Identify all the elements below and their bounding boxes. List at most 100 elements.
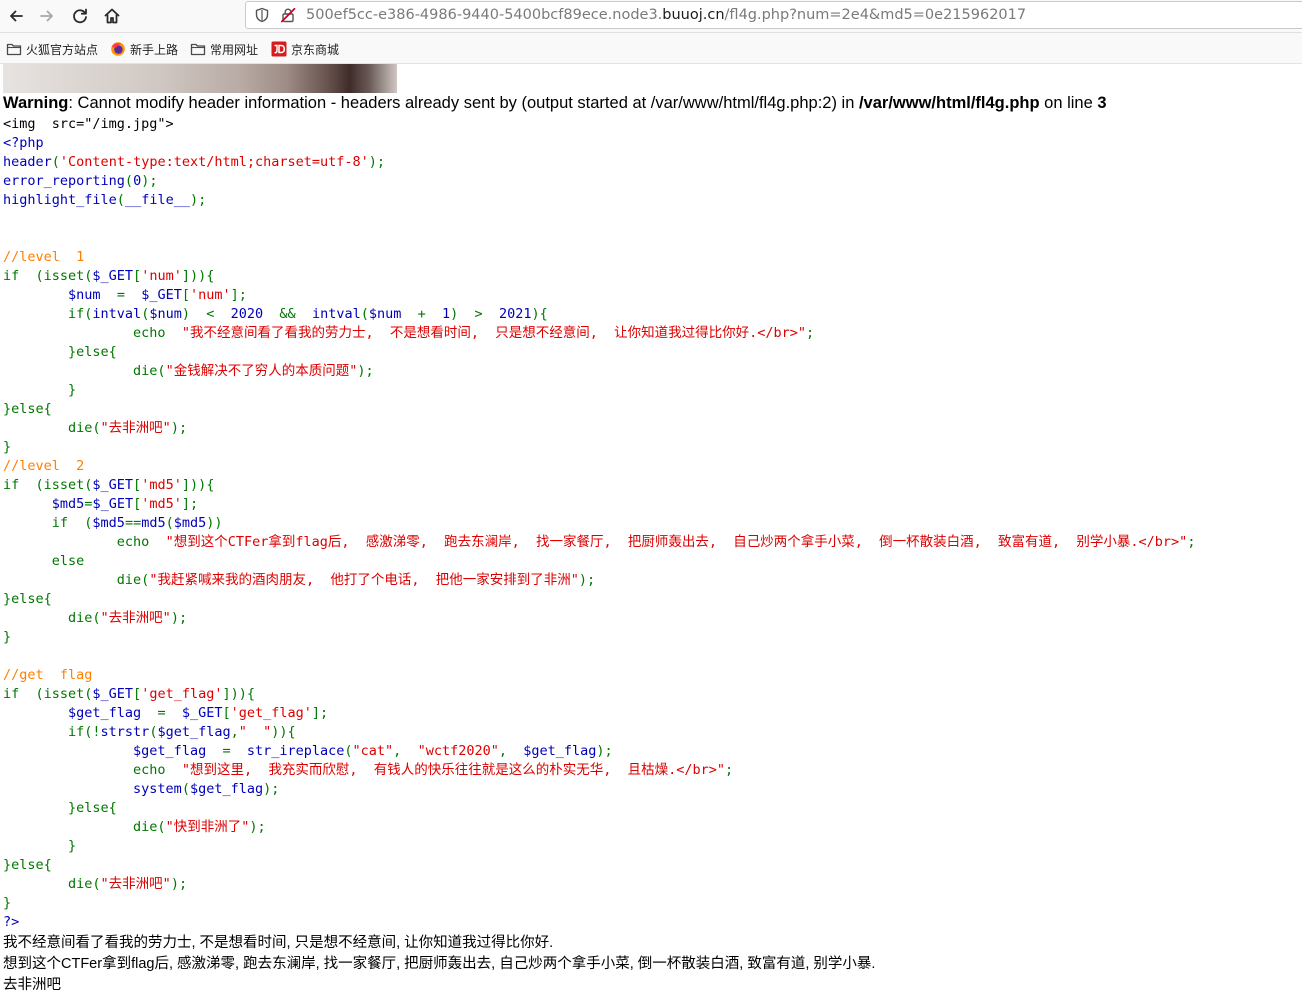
code-token: 'get_flag' [141,686,223,702]
code-line: }else{ [3,799,1195,818]
warning-line-number: 3 [1097,94,1107,112]
code-token: die( [68,876,101,892]
code-token: strstr [100,724,150,740]
code-token: 2020 [230,306,280,322]
code-token: 'get_flag' [230,705,312,721]
home-button[interactable] [99,3,125,29]
code-token: ); [249,819,266,835]
code-token: system [133,781,182,797]
code-token: ); [189,192,207,208]
code-line: echo "想到这里, 我充实而欣慰, 有钱人的快乐往往就是这么的朴实无华, 且… [3,761,1195,780]
bookmark-jd-mall[interactable]: 京东商城 [271,40,339,58]
warning-on-line: on line [1039,94,1098,112]
code-token: "我不经意间看了看我的劳力士, 不是想看时间, 只是想不经意间, 让你知道我过得… [181,325,806,341]
shield-icon[interactable] [254,7,270,23]
code-token: , [498,743,524,759]
code-token: if (isset( [3,268,93,284]
bookmark-label: 火狐官方站点 [26,42,99,57]
code-token: echo [116,534,166,550]
code-token: 'num' [189,287,231,303]
code-token: highlight_file [3,192,117,208]
code-line: $get_flag = $_GET['get_flag']; [3,704,1195,723]
code-line: system($get_flag); [3,780,1195,799]
code-line: <img src="/img.jpg"> [3,115,1195,134]
code-token: ); [368,154,386,170]
code-token: //level 2 [3,458,85,474]
code-token: ( [181,781,190,797]
code-token: "我赶紧喊来我的酒肉朋友, 他打了个电话, 把他一家安排到了非洲" [149,572,579,588]
forward-button[interactable] [34,3,60,29]
back-button[interactable] [3,3,29,29]
code-token: ( [360,306,369,322]
code-token: $num [368,306,418,322]
bookmarks-toolbar: 火狐官方站点 新手上路 常用网址 京东商城 [0,33,1302,64]
code-token: ); [170,876,188,892]
reload-icon [73,8,87,24]
code-token: str_ireplace [246,743,345,759]
code-token: if ( [51,515,93,531]
script-output: 我不经意间看了看我的劳力士, 不是想看时间, 只是想不经意间, 让你知道我过得比… [3,933,875,996]
code-token: ])){ [181,477,215,493]
code-token: ])){ [222,686,255,702]
code-line: $md5=$_GET['md5']; [3,495,1195,514]
code-token: $md5 [92,515,125,531]
address-bar[interactable]: 500ef5cc-e386-4986-9440-5400bcf89ece.nod… [245,1,1302,29]
code-token: $num [68,287,117,303]
code-token: [ [133,686,142,702]
insecure-lock-icon[interactable] [280,7,296,23]
code-token: if (isset( [3,477,93,493]
code-token: [ [133,477,142,493]
code-token: "去非洲吧" [100,876,171,892]
code-token: 2021 [498,306,532,322]
url-prefix: 500ef5cc-e386-4986-9440-5400bcf89ece.nod… [306,7,663,23]
code-token: ]; [181,496,199,512]
bookmark-common-sites[interactable]: 常用网址 [190,40,258,58]
code-token: }else{ [3,857,52,873]
code-token: echo [133,325,182,341]
code-line: if (isset($_GET['md5'])){ [3,476,1195,495]
code-token: } [3,382,77,398]
code-token: $md5 [51,496,85,512]
url-path: /fl4g.php?num=2e4&md5=0e215962017 [724,7,1027,23]
code-line: die("去非洲吧"); [3,419,1195,438]
code-token: else [3,553,85,569]
code-token: "wctf2020" [417,743,499,759]
bookmark-label: 常用网址 [210,42,259,57]
code-token: $_GET [92,686,134,702]
url-text[interactable]: 500ef5cc-e386-4986-9440-5400bcf89ece.nod… [306,7,1026,23]
code-line: ?> [3,913,1195,932]
code-line: if(!strstr($get_flag," ")){ [3,723,1195,742]
code-line: else [3,552,1195,571]
code-token: ( [124,173,134,189]
code-token: "想到这个CTFer拿到flag后, 感激涕零, 跑去东澜岸, 找一家餐厅, 把… [165,534,1188,550]
code-token: die( [133,819,166,835]
bookmark-getting-started[interactable]: 新手上路 [110,40,178,58]
code-token: echo [133,762,182,778]
folder-icon [6,43,22,56]
code-token: "cat" [352,743,394,759]
code-token: 0 [133,173,142,189]
bookmark-firefox-official[interactable]: 火狐官方站点 [6,40,98,58]
code-token: )){ [271,724,296,740]
code-token: [ [133,496,142,512]
code-line: <?php [3,134,1195,153]
code-token: <img src="/img.jpg"> [3,116,174,132]
code-token: ( [165,515,174,531]
code-token: ); [596,743,613,759]
reload-button[interactable] [67,3,93,29]
code-token: if (isset( [3,686,93,702]
code-token: ){ [531,306,548,322]
code-line: if ($md5==md5($md5)) [3,514,1195,533]
code-token: } [3,629,12,645]
code-token: , [393,743,418,759]
code-token: }else{ [3,344,117,360]
code-token: = [222,743,247,759]
